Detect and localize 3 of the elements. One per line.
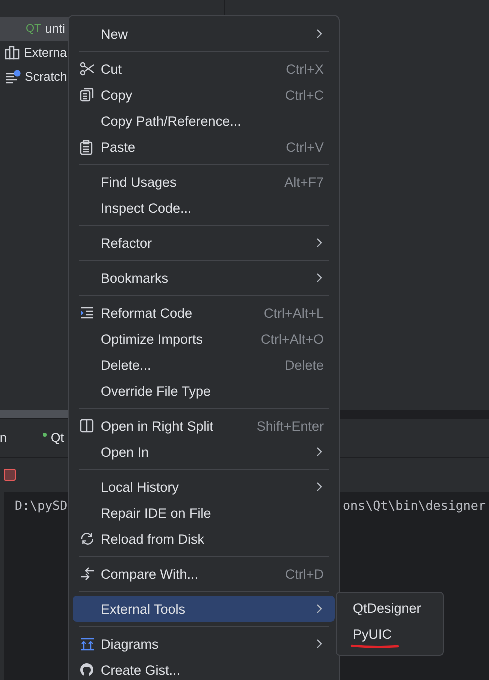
console-text: ons\Qt\bin\designer bbox=[343, 498, 486, 515]
console-text: D:\pySD bbox=[15, 498, 68, 515]
qt-file-icon: QT bbox=[26, 23, 42, 35]
